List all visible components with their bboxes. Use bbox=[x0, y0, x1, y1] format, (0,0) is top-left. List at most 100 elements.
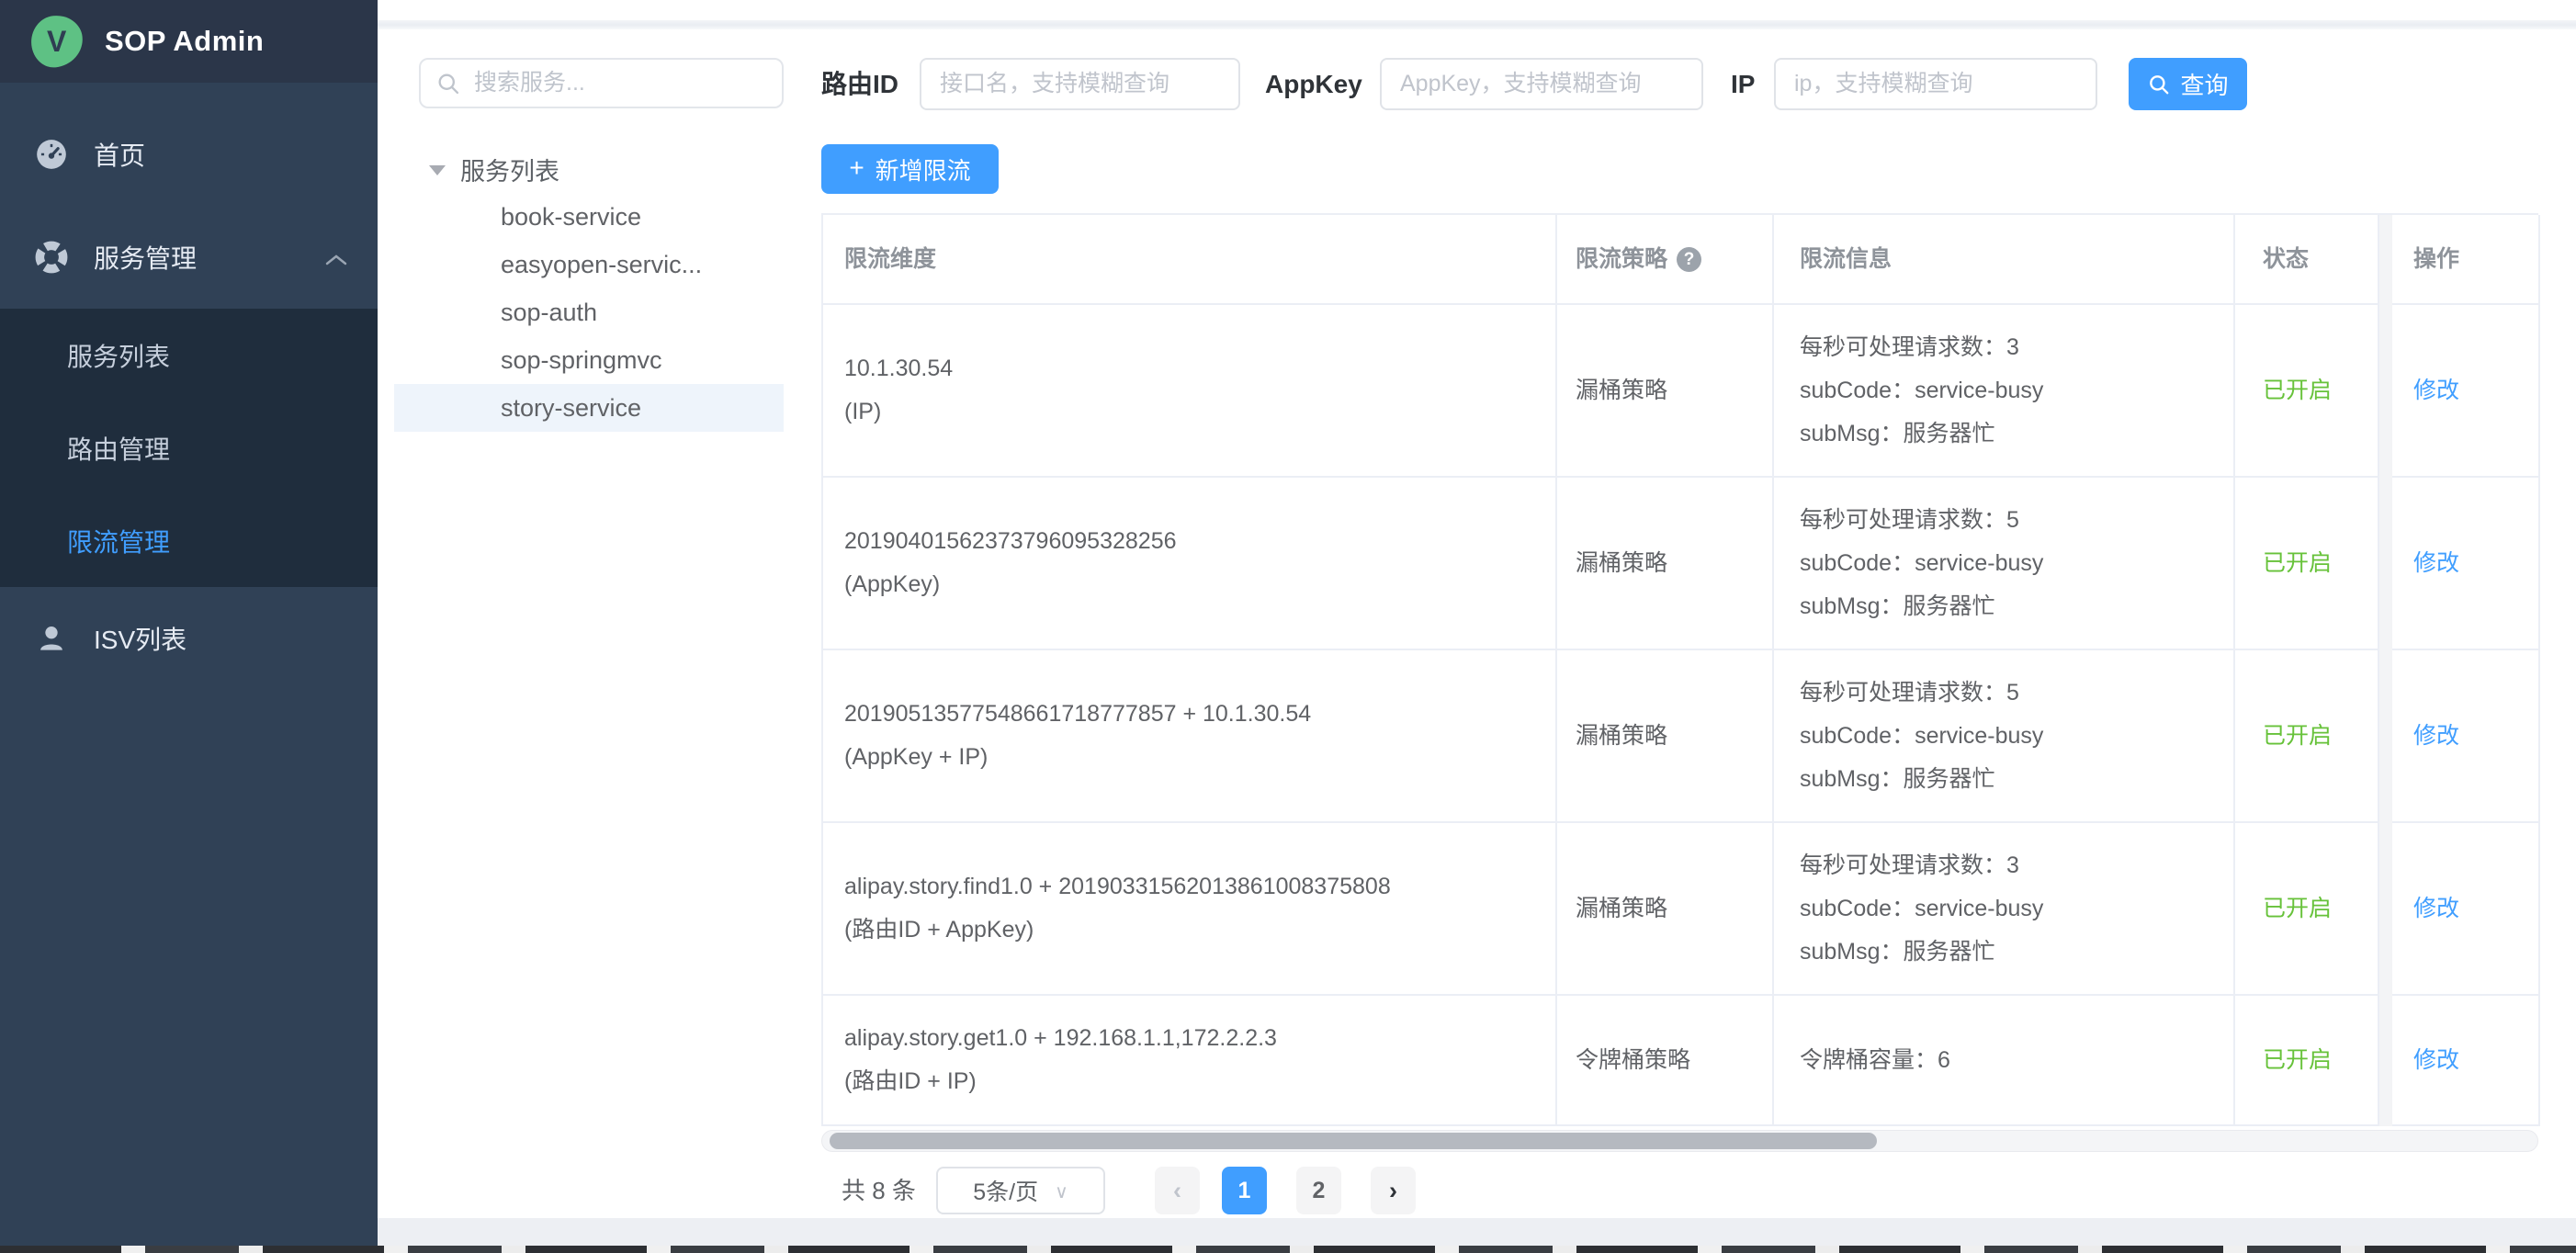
app-title: SOP Admin bbox=[105, 25, 264, 58]
dimension-type: (路由ID + IP) bbox=[844, 1060, 1537, 1103]
table-row-info: 每秒可处理请求数：3 subCode：service-busy subMsg：服… bbox=[1774, 305, 2235, 478]
query-button[interactable]: 查询 bbox=[2129, 58, 2247, 110]
sidebar-item-route-mgmt[interactable]: 路由管理 bbox=[0, 401, 378, 494]
caret-down-icon[interactable] bbox=[429, 165, 446, 175]
dashboard-icon bbox=[33, 137, 70, 172]
edit-link[interactable]: 修改 bbox=[2413, 715, 2538, 758]
app-logo-icon: V bbox=[28, 13, 85, 70]
fixed-column-gap bbox=[2379, 478, 2392, 650]
dimension-value: 20190513577548661718777857 + 10.1.30.54 bbox=[844, 693, 1537, 736]
query-button-label: 查询 bbox=[2180, 67, 2228, 101]
table-row-info: 每秒可处理请求数：3 subCode：service-busy subMsg：服… bbox=[1774, 823, 2235, 996]
dimension-type: (AppKey + IP) bbox=[844, 736, 1537, 779]
route-id-label: 路由ID bbox=[821, 58, 898, 110]
add-limit-button-label: 新增限流 bbox=[876, 152, 971, 186]
fixed-column-gap bbox=[2379, 215, 2392, 305]
table-row-strategy: 令牌桶策略 bbox=[1557, 996, 1774, 1126]
tree-item-sop-springmvc[interactable]: sop-springmvc bbox=[394, 336, 784, 384]
submenu-item-label: 限流管理 bbox=[67, 523, 170, 559]
appkey-input[interactable] bbox=[1380, 58, 1703, 110]
info-line: 每秒可处理请求数：5 bbox=[1800, 499, 2233, 542]
info-line: 每秒可处理请求数：3 bbox=[1800, 326, 2233, 369]
sidebar-item-label: 服务管理 bbox=[94, 239, 197, 276]
fixed-column-gap bbox=[2379, 996, 2392, 1126]
page-button-1[interactable]: 1 bbox=[1222, 1167, 1267, 1214]
fixed-column-gap bbox=[2379, 823, 2392, 996]
tree-item-label: story-service bbox=[501, 394, 641, 423]
tree-item-easyopen-service[interactable]: easyopen-servic... bbox=[394, 241, 784, 288]
table-row-dimension: 20190401562373796095328256 (AppKey) bbox=[823, 478, 1557, 650]
search-icon bbox=[435, 71, 461, 96]
info-line: 每秒可处理请求数：5 bbox=[1800, 672, 2233, 715]
col-header-action: 操作 bbox=[2392, 215, 2540, 305]
route-id-input[interactable] bbox=[920, 58, 1240, 110]
strategy-value: 令牌桶策略 bbox=[1576, 1039, 1772, 1082]
ip-input[interactable] bbox=[1774, 58, 2097, 110]
status-badge: 已开启 bbox=[2263, 1039, 2378, 1082]
table-row-status: 已开启 bbox=[2235, 996, 2379, 1126]
limit-table: 限流维度 限流策略 ? 限流信息 状态 操作 10.1.30.54 (IP) 漏… bbox=[821, 213, 2538, 1126]
horizontal-scrollbar[interactable] bbox=[821, 1130, 2538, 1152]
edit-link[interactable]: 修改 bbox=[2413, 1039, 2538, 1082]
fixed-column-gap bbox=[2379, 305, 2392, 478]
component-icon bbox=[33, 240, 70, 275]
tree-item-book-service[interactable]: book-service bbox=[394, 193, 784, 241]
status-badge: 已开启 bbox=[2263, 542, 2378, 585]
service-search-input[interactable] bbox=[419, 58, 784, 108]
sidebar-item-service-list[interactable]: 服务列表 bbox=[0, 309, 378, 401]
sidebar-item-isv-list[interactable]: ISV列表 bbox=[0, 587, 378, 690]
sidebar-item-limit-mgmt[interactable]: 限流管理 bbox=[0, 494, 378, 587]
scrollbar-thumb[interactable] bbox=[830, 1133, 1877, 1149]
navbar-strip bbox=[378, 0, 2576, 20]
submenu-item-label: 路由管理 bbox=[67, 430, 170, 467]
service-search bbox=[419, 58, 784, 108]
strategy-value: 漏桶策略 bbox=[1576, 369, 1772, 412]
page-button-2[interactable]: 2 bbox=[1296, 1167, 1341, 1214]
dimension-value: alipay.story.get1.0 + 192.168.1.1,172.2.… bbox=[844, 1017, 1537, 1060]
edit-link[interactable]: 修改 bbox=[2413, 369, 2538, 412]
dimension-type: (路由ID + AppKey) bbox=[844, 909, 1537, 952]
chevron-down-icon: ∨ bbox=[1055, 1180, 1068, 1203]
add-limit-button[interactable]: + 新增限流 bbox=[821, 144, 999, 194]
tree-item-story-service[interactable]: story-service bbox=[394, 384, 784, 432]
strategy-value: 漏桶策略 bbox=[1576, 542, 1772, 585]
table-row-action: 修改 bbox=[2392, 996, 2540, 1126]
info-line: subCode：service-busy bbox=[1800, 715, 2233, 758]
table-row-status: 已开启 bbox=[2235, 823, 2379, 996]
logo-letter: V bbox=[47, 25, 66, 59]
dimension-value: 10.1.30.54 bbox=[844, 347, 1537, 390]
tree-item-sop-auth[interactable]: sop-auth bbox=[394, 288, 784, 336]
logo-bar[interactable]: V SOP Admin bbox=[0, 0, 378, 83]
fixed-column-gap bbox=[2379, 650, 2392, 823]
tree-root-service-list[interactable]: 服务列表 bbox=[394, 145, 784, 193]
col-header-strategy: 限流策略 ? bbox=[1557, 215, 1774, 305]
tree-item-label: sop-springmvc bbox=[501, 346, 662, 375]
chevron-up-icon bbox=[324, 244, 348, 274]
search-icon bbox=[2147, 73, 2171, 96]
pagination-total: 共 8 条 bbox=[842, 1167, 916, 1214]
sidebar-item-home[interactable]: 首页 bbox=[0, 103, 378, 206]
col-header-dimension: 限流维度 bbox=[823, 215, 1557, 305]
page-size-select[interactable]: 5条/页 ∨ bbox=[936, 1167, 1105, 1214]
col-header-info: 限流信息 bbox=[1774, 215, 2235, 305]
status-badge: 已开启 bbox=[2263, 369, 2378, 412]
strategy-value: 漏桶策略 bbox=[1576, 887, 1772, 931]
tree-root-label: 服务列表 bbox=[460, 152, 559, 187]
table-row-dimension: alipay.story.get1.0 + 192.168.1.1,172.2.… bbox=[823, 996, 1557, 1126]
table-row-strategy: 漏桶策略 bbox=[1557, 823, 1774, 996]
sidebar-item-service-mgmt[interactable]: 服务管理 bbox=[0, 206, 378, 309]
next-page-button[interactable]: › bbox=[1371, 1167, 1416, 1214]
chevron-left-icon: ‹ bbox=[1173, 1177, 1181, 1205]
edit-link[interactable]: 修改 bbox=[2413, 542, 2538, 585]
status-badge: 已开启 bbox=[2263, 887, 2378, 931]
table-row-action: 修改 bbox=[2392, 478, 2540, 650]
info-line: subMsg：服务器忙 bbox=[1800, 412, 2233, 456]
table-row-dimension: alipay.story.find1.0 + 20190331562013861… bbox=[823, 823, 1557, 996]
table-row-info: 令牌桶容量：6 bbox=[1774, 996, 2235, 1126]
info-line: subMsg：服务器忙 bbox=[1800, 585, 2233, 628]
edit-link[interactable]: 修改 bbox=[2413, 887, 2538, 931]
chevron-right-icon: › bbox=[1389, 1177, 1397, 1205]
prev-page-button[interactable]: ‹ bbox=[1155, 1167, 1200, 1214]
sidebar-menu: 首页 服务管理 服务列表 路由管理 限流管理 bbox=[0, 103, 378, 690]
help-icon[interactable]: ? bbox=[1677, 247, 1701, 272]
